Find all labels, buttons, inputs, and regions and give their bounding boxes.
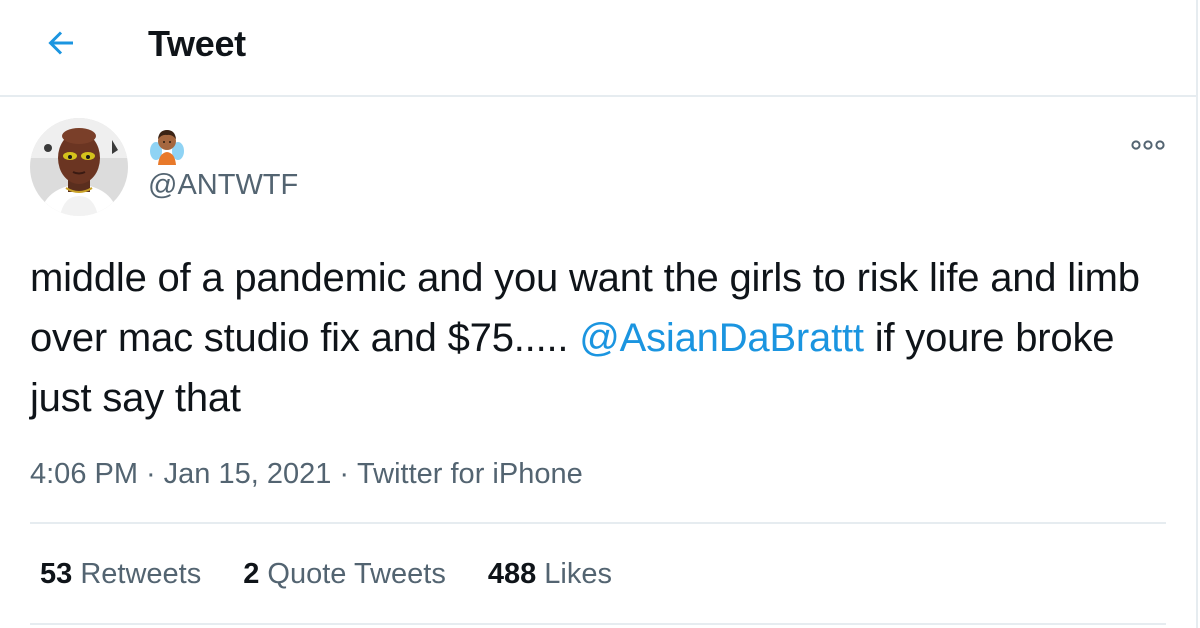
quote-tweets-label: Quote Tweets [267,558,446,590]
tweet-page: Tweet @ANTWTF middle of a pandemic and y… [0,0,1198,628]
more-options-button[interactable] [1126,132,1170,158]
back-button[interactable] [40,22,82,64]
tweet-source[interactable]: Twitter for iPhone [357,458,583,490]
ellipsis-icon [1131,140,1165,150]
likes-count: 488 [487,558,537,590]
tweet-text: middle of a pandemic and you want the gi… [30,248,1180,428]
quote-tweets-count: 2 [243,558,260,590]
top-bar: Tweet [0,0,1196,97]
arrow-left-icon [48,31,73,55]
author-handle[interactable]: @ANTWTF [148,168,298,202]
tweet-date[interactable]: Jan 15, 2021 [164,458,332,490]
tweet-meta: 4:06 PM · Jan 15, 2021 · Twitter for iPhone [30,456,583,492]
likes-label: Likes [544,558,612,590]
mention-link[interactable]: @AsianDaBrattt [579,316,864,360]
user-avatar [30,118,128,216]
meta-separator: · [339,458,350,490]
meta-separator: · [146,458,156,490]
retweets-label: Retweets [80,558,202,590]
page-title: Tweet [148,23,246,64]
retweets-count: 53 [40,558,73,590]
tweet-time[interactable]: 4:06 PM [30,458,138,490]
likes-stat[interactable]: 488 Likes [488,556,612,592]
fairy-emoji-icon[interactable] [150,127,184,165]
retweets-stat[interactable]: 53 Retweets [40,556,201,592]
quote-tweets-stat[interactable]: 2 Quote Tweets [243,556,446,592]
avatar[interactable] [30,118,128,216]
divider [30,623,1166,625]
divider [30,522,1166,524]
tweet-stats: 53 Retweets 2 Quote Tweets 488 Likes [40,556,654,592]
